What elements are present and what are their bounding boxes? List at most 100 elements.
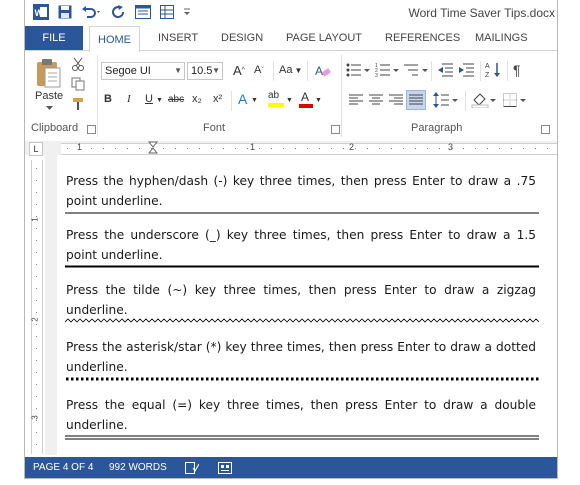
font-color-button[interactable]: A [299,90,313,110]
underline-double [65,435,539,440]
shrink-font-button[interactable]: Aˇ [254,64,264,76]
underline-thin [65,212,539,214]
customize-qat-icon[interactable] [183,7,191,17]
print-layout-icon[interactable] [135,5,151,19]
tab-references[interactable]: REFERENCES [385,26,460,50]
chevron-down-icon[interactable]: ▼ [156,97,163,104]
line-spacing-icon[interactable] [433,92,459,108]
font-name-combo[interactable]: Segoe UI ▼ [101,62,185,80]
shading-icon[interactable] [471,92,497,108]
tab-mailings[interactable]: MAILINGS [475,26,528,50]
indent-marker-icon[interactable] [148,141,158,155]
multilevel-list-icon[interactable] [404,63,430,77]
redo-icon[interactable] [112,5,126,19]
ruler-tick [307,148,308,149]
increase-indent-icon[interactable] [458,63,474,77]
paragraph[interactable]: Press the asterisk/star (*) key three ti… [66,337,536,377]
vruler-tick [36,360,37,361]
ruler-mark: 3 [448,142,454,152]
chevron-down-icon[interactable]: ▼ [315,97,322,104]
tab-insert[interactable]: INSERT [158,26,198,50]
justify-button[interactable] [406,90,426,110]
chevron-down-icon[interactable]: ▼ [286,97,293,104]
ruler-tick [427,148,428,149]
ruler-tick [391,148,392,149]
change-case-button[interactable]: Aa ▼ [279,64,302,76]
undo-icon[interactable] [81,5,103,19]
save-icon[interactable] [58,5,72,19]
horizontal-ruler[interactable]: 1 1 2 3 [61,141,557,155]
decrease-indent-icon[interactable] [437,63,453,77]
proofing-icon[interactable] [185,462,199,474]
vruler-tick [36,204,37,205]
page-count-status[interactable]: PAGE 4 OF 4 [33,462,93,473]
ruler-tick [103,148,104,149]
show-hide-formatting-icon[interactable]: ¶ [513,62,521,78]
font-size-combo[interactable]: 10.5 ▼ [187,62,223,80]
ruler-tick [247,148,248,149]
bullets-icon[interactable] [346,63,372,77]
ruler-tick [187,148,188,149]
vruler-mark: 2 [30,317,40,322]
cut-icon[interactable] [71,57,85,71]
macro-recording-icon[interactable] [218,462,232,474]
font-launcher-icon[interactable] [331,125,340,134]
vertical-ruler[interactable]: 1 2 3 [31,160,43,454]
format-painter-icon[interactable] [71,97,85,111]
svg-text:Z: Z [485,72,490,79]
ruler-mark: 1 [77,142,83,152]
grow-font-button[interactable]: A ^ [233,63,245,78]
outline-icon[interactable] [160,5,174,19]
paragraph-launcher-icon[interactable] [541,125,550,134]
document-page[interactable]: Press the hyphen/dash (-) key three time… [57,155,557,456]
paste-dropdown-icon[interactable] [46,106,53,111]
borders-icon[interactable] [503,93,529,107]
subscript-button[interactable]: x₂ [192,93,202,105]
superscript-button[interactable]: x² [213,93,222,105]
ruler-tick [403,148,404,149]
word-app-icon[interactable]: W [33,4,49,20]
vruler-tick [36,312,37,313]
vruler-tick [36,396,37,397]
strikethrough-button[interactable]: abc [168,94,184,105]
underline-button[interactable]: U [145,93,153,105]
word-count-status[interactable]: 992 WORDS [109,462,167,473]
ribbon-separator [97,55,98,137]
ribbon-separator [307,61,308,81]
clipboard-launcher-icon[interactable] [87,125,96,134]
align-right-icon[interactable] [389,94,403,106]
text-effects-button[interactable]: A [238,91,247,107]
tab-selector-icon[interactable]: L [29,142,43,156]
tab-file[interactable]: FILE [25,26,83,50]
ruler-mark: 2 [349,142,355,152]
ruler-tick [79,148,80,149]
tab-page-layout[interactable]: PAGE LAYOUT [286,26,362,50]
align-left-icon[interactable] [349,94,363,106]
paragraph[interactable]: Press the underscore (_) key three times… [66,225,536,265]
svg-text:A: A [315,64,323,78]
page-margin-area [45,155,57,455]
vruler-tick [36,192,37,193]
paste-button[interactable]: Paste [35,90,63,102]
vruler-tick [36,168,37,169]
paragraph[interactable]: Press the hyphen/dash (-) key three time… [66,171,536,211]
align-center-icon[interactable] [369,94,383,106]
chevron-down-icon[interactable]: ▼ [251,97,258,104]
numbering-icon[interactable]: 1 2 3 [375,63,401,77]
vruler-tick [36,228,37,229]
copy-icon[interactable] [71,77,85,91]
font-name-value: Segoe UI [105,65,151,77]
paragraph[interactable]: Press the tilde (~) key three times, the… [66,280,536,320]
ruler-tick [115,148,116,149]
sort-icon[interactable]: AZ [485,61,501,79]
grow-caret-icon: ^ [241,67,245,74]
clear-formatting-icon[interactable]: A [315,63,331,79]
tab-home[interactable]: HOME [89,26,140,52]
paste-icon[interactable] [35,57,63,89]
bold-button[interactable]: B [104,93,112,105]
italic-button[interactable]: I [127,93,131,105]
paragraph[interactable]: Press the equal (=) key three times, the… [66,395,536,435]
highlight-button[interactable]: ab [268,90,284,110]
vruler-tick [36,264,37,265]
tab-design[interactable]: DESIGN [221,26,263,50]
